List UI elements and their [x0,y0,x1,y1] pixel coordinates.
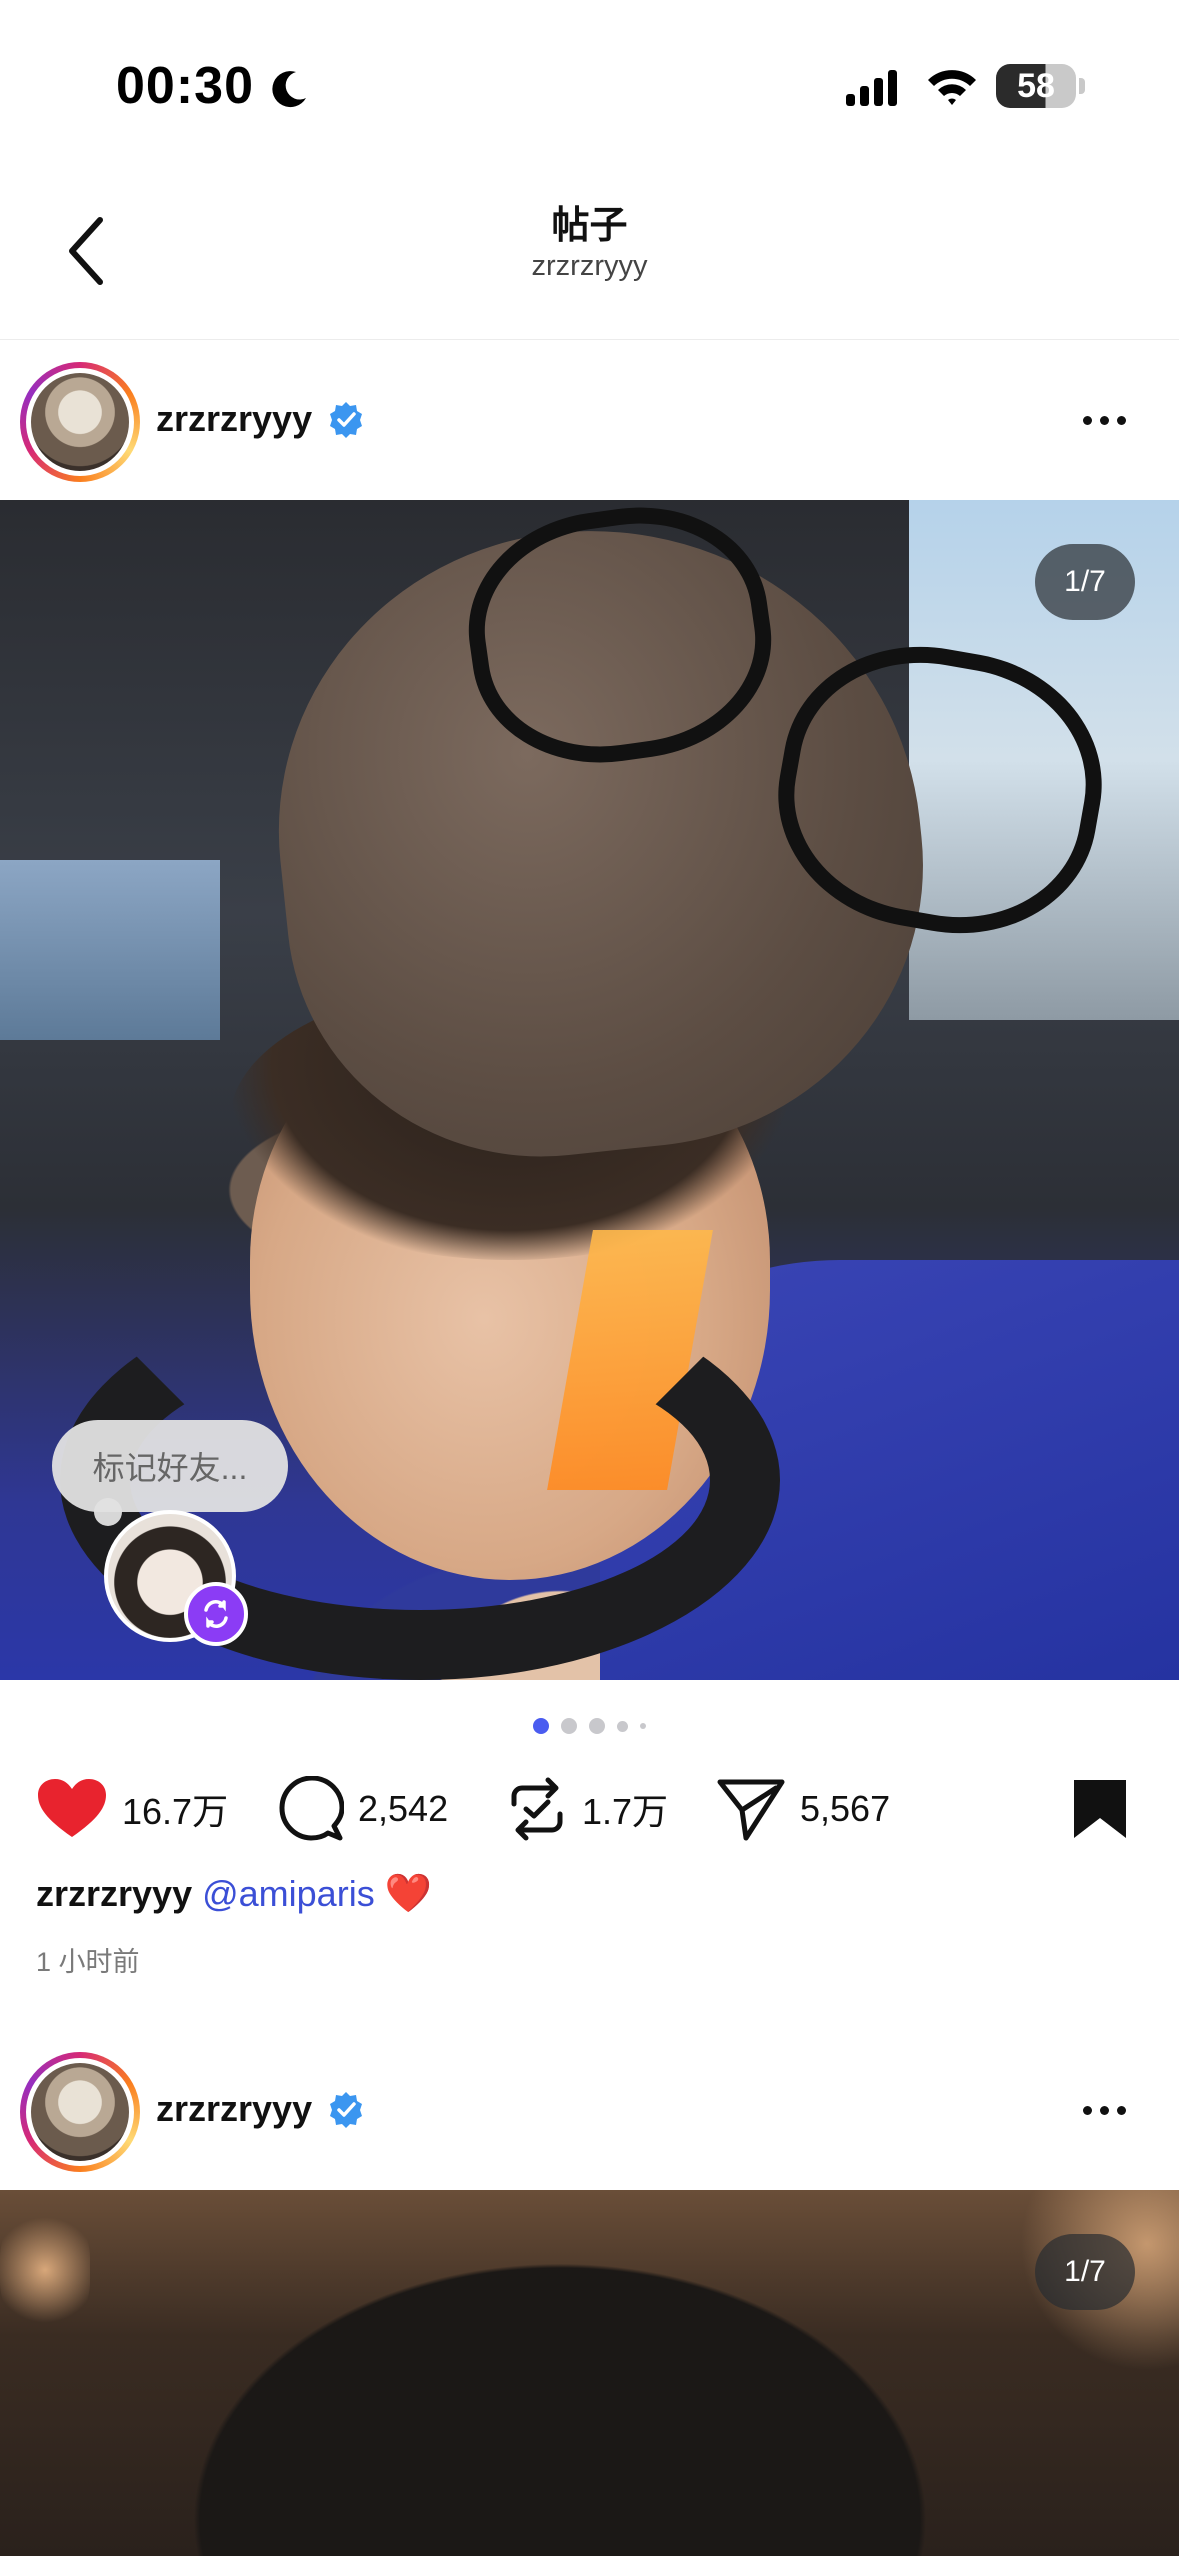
battery-level: 58 [1017,66,1055,105]
repost-button[interactable]: 1.7万 [506,1764,668,1854]
car-window-left [0,860,220,1040]
page-dot [561,1718,577,1734]
heart-icon [38,1779,106,1837]
tag-friends-label: 标记好友... [92,1450,248,1486]
carousel-pagination [0,1716,1179,1736]
share-button[interactable]: 5,567 [716,1764,890,1854]
share-count: 5,567 [800,1788,891,1829]
page-title: 帖子 [551,205,628,247]
post-header: zrzrzryyy [0,2030,1179,2190]
wifi-icon [928,70,976,105]
page-dot-active [533,1718,549,1734]
caption-emoji: ❤️ [384,1873,433,1915]
comment-button[interactable]: 2,542 [278,1764,448,1854]
comment-count: 2,542 [358,1788,449,1829]
more-dot [1099,2105,1109,2115]
repost-count: 1.7万 [582,1791,669,1832]
post-header: zrzrzryyy [0,340,1179,500]
tag-friends-bubble[interactable]: 标记好友... [52,1420,288,1526]
username[interactable]: zrzrzryyy [156,398,312,440]
background-light [0,2210,90,2330]
more-dot [1082,415,1092,425]
cellular-signal-icon [846,70,897,106]
like-button[interactable]: 16.7万 [36,1764,228,1854]
post-timestamp: 1 小时前 [36,1947,140,1977]
page-dot [617,1720,628,1732]
photo-counter: 1/7 [1035,2234,1135,2310]
more-dot [1116,415,1126,425]
more-dot [1082,2105,1092,2115]
status-time: 00:30 [116,57,254,115]
repost-icon [204,1600,228,1628]
post-actions: 16.7万 2,542 1.7万 5,567 [0,1764,1179,1854]
post-photo[interactable]: 1/7 标记好友... [0,500,1179,1680]
bookmark-icon [1074,1780,1126,1838]
moon-icon [272,71,306,108]
battery-cap [1079,78,1085,94]
post-caption: zrzrzryyy @amiparis ❤️ [36,1872,432,1916]
comment-bubble-icon [279,1776,344,1841]
battery-indicator: 58 [996,64,1076,108]
avatar-image [31,2063,129,2161]
repost-check-icon [511,1777,563,1841]
avatar[interactable] [20,2052,140,2172]
page-subtitle: zrzrzryyy [531,250,648,282]
verified-badge-icon [330,402,363,438]
avatar[interactable] [20,362,140,482]
page-dot [640,1723,646,1729]
more-options-button[interactable] [1069,2090,1139,2130]
more-options-button[interactable] [1069,400,1139,440]
verified-badge-icon [330,2092,363,2128]
status-bar: 00:30 58 [0,0,1179,170]
more-dot [1116,2105,1126,2115]
bookmark-button[interactable] [1065,1774,1135,1844]
repost-badge[interactable] [184,1582,248,1646]
like-count: 16.7万 [122,1791,229,1832]
caption-mention[interactable]: @amiparis [202,1873,375,1914]
avatar-image [31,373,129,471]
post-photo[interactable]: 1/7 [0,2190,1179,2556]
more-dot [1099,415,1109,425]
page-dot [589,1718,605,1734]
caption-username[interactable]: zrzrzryyy [36,1873,192,1914]
username[interactable]: zrzrzryyy [156,2088,312,2130]
send-icon [717,1779,785,1841]
nav-header: 帖子 zrzrzryyy [0,170,1179,340]
photo-counter: 1/7 [1035,544,1135,620]
